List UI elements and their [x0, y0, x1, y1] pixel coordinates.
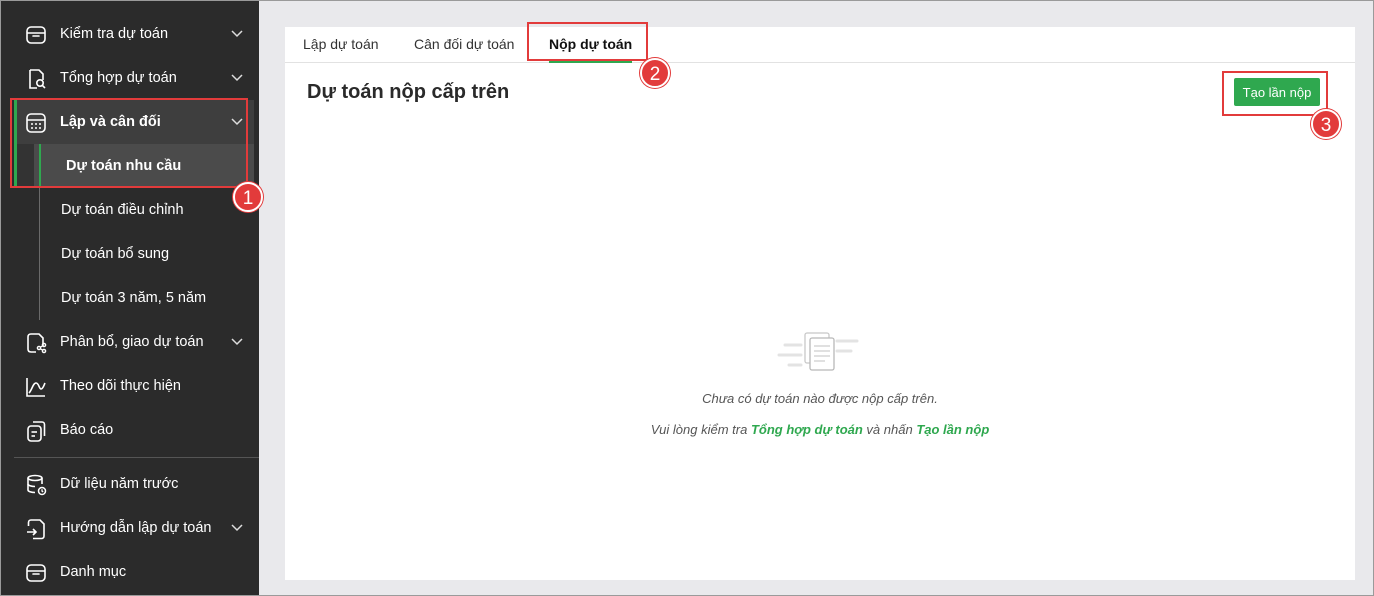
sidebar-item-huong-dan[interactable]: Hướng dẫn lập dự toán: [14, 506, 254, 550]
sidebar-item-label: Lập và cân đối: [60, 114, 161, 130]
annotation-badge-1: 1: [233, 182, 263, 212]
doc-search-icon: [29, 69, 46, 89]
tab-bar: Lập dự toán Cân đối dự toán Nộp dự toán: [285, 27, 1355, 63]
sidebar-item-label: Báo cáo: [60, 422, 114, 438]
create-submission-button[interactable]: Tạo lần nộp: [1234, 78, 1320, 106]
tab-nop-du-toan[interactable]: Nộp dự toán: [549, 27, 633, 63]
sidebar-subitem-label: Dự toán 3 năm, 5 năm: [61, 290, 207, 306]
main-panel: Lập dự toán Cân đối dự toán Nộp dự toán …: [285, 27, 1355, 580]
sidebar-item-lap-va-can-doi[interactable]: Lập và cân đối: [14, 100, 254, 144]
sidebar-item-label: Tổng hợp dự toán: [60, 70, 177, 86]
link-tao-lan-nop[interactable]: Tạo lần nộp: [916, 422, 989, 437]
sidebar-subitem-du-toan-bo-sung[interactable]: Dự toán bổ sung: [14, 232, 254, 276]
sidebar-item-bao-cao[interactable]: Báo cáo: [14, 408, 254, 452]
sidebar-item-du-lieu-nam-truoc[interactable]: Dữ liệu năm trước: [14, 462, 254, 506]
sidebar-subitem-du-toan-dieu-chinh[interactable]: Dự toán điều chỉnh: [14, 188, 254, 232]
page-title: Dự toán nộp cấp trên: [307, 81, 510, 103]
chevron-down-icon: [231, 338, 243, 346]
sidebar-subitem-du-toan-3-5-nam[interactable]: Dự toán 3 năm, 5 năm: [14, 276, 254, 320]
sidebar-item-label: Danh mục: [60, 564, 127, 580]
sidebar-subitem-label: Dự toán nhu cầu: [66, 158, 182, 174]
sidebar-divider: [14, 457, 259, 458]
hint-prefix: Vui lòng kiểm tra: [650, 422, 751, 437]
chevron-down-icon: [231, 118, 243, 126]
box-icon: [26, 564, 46, 582]
sidebar-item-danh-muc[interactable]: Danh mục: [14, 550, 254, 594]
sidebar-item-label: Dữ liệu năm trước: [60, 476, 179, 492]
sidebar-item-tong-hop[interactable]: Tổng hợp dự toán: [14, 56, 254, 100]
box-icon: [26, 26, 46, 44]
annotation-badge-2: 2: [640, 58, 670, 88]
chevron-down-icon: [231, 30, 243, 38]
sidebar-item-phan-bo[interactable]: Phân bổ, giao dự toán: [14, 320, 254, 364]
sidebar-item-kiem-tra[interactable]: Kiểm tra dự toán: [14, 12, 254, 56]
sidebar-item-label: Phân bổ, giao dự toán: [60, 334, 204, 350]
empty-state-hint: Vui lòng kiểm tra Tổng hợp dự toán và nh…: [285, 422, 1355, 437]
empty-state-message: Chưa có dự toán nào được nộp cấp trên.: [702, 391, 938, 406]
share-doc-icon: [27, 333, 47, 354]
tab-lap-du-toan[interactable]: Lập dự toán: [303, 27, 379, 63]
sidebar-subitem-label: Dự toán điều chỉnh: [61, 202, 184, 218]
link-tong-hop-du-toan[interactable]: Tổng hợp dự toán: [751, 422, 863, 437]
chevron-down-icon: [231, 524, 243, 532]
sidebar-subitem-label: Dự toán bổ sung: [61, 246, 170, 262]
line-chart-icon: [26, 378, 46, 397]
submenu-active-line: [39, 144, 41, 186]
annotation-badge-3: 3: [1311, 109, 1341, 139]
sidebar-item-label: Hướng dẫn lập dự toán: [60, 520, 212, 536]
sidebar: Kiểm tra dự toán Tổng hợp dự toán Lập và…: [0, 0, 259, 596]
database-icon: [27, 474, 47, 496]
calendar-calc-icon: [26, 113, 46, 133]
tab-can-doi-du-toan[interactable]: Cân đối dự toán: [414, 27, 514, 63]
sidebar-item-theo-doi[interactable]: Theo dõi thực hiện: [14, 364, 254, 408]
active-indicator: [14, 100, 17, 186]
submenu-gutter: [14, 144, 34, 186]
chevron-down-icon: [231, 74, 243, 82]
hint-middle: và nhấn: [862, 422, 917, 437]
report-icon: [27, 421, 46, 442]
sidebar-item-label: Theo dõi thực hiện: [60, 378, 181, 394]
sidebar-item-label: Kiểm tra dự toán: [60, 26, 169, 42]
empty-documents-icon: [777, 332, 859, 371]
guide-icon: [27, 519, 45, 540]
sidebar-subitem-du-toan-nhu-cau[interactable]: Dự toán nhu cầu: [14, 144, 254, 188]
